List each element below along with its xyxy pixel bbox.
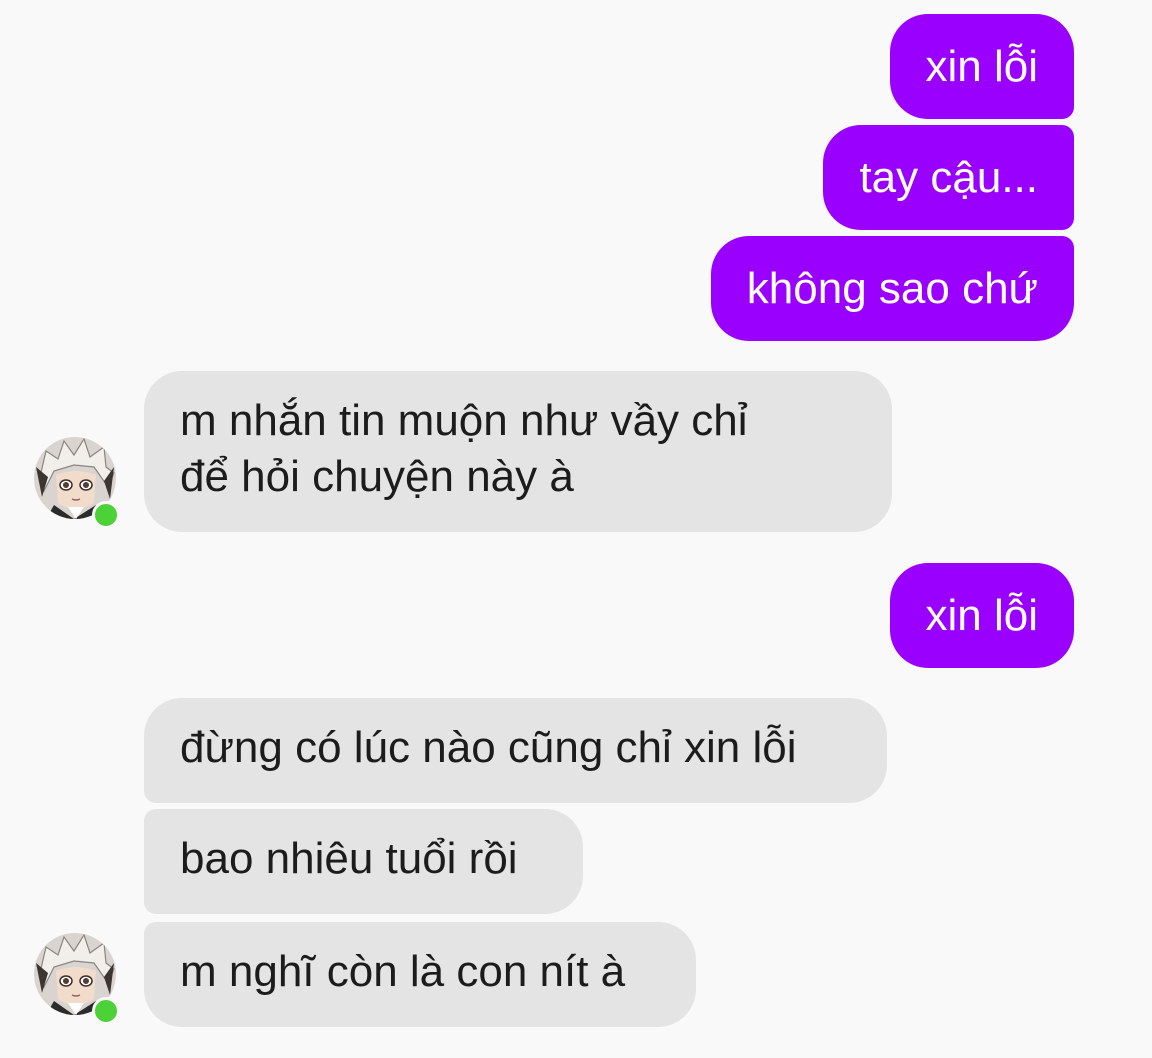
sent-message-bubble[interactable]: xin lỗi [889,14,1074,119]
message-text-line: m nhắn tin muộn như vầy chỉ [180,396,748,445]
message-text: xin lỗi [925,591,1039,640]
message-text-line: để hỏi chuyện này à [180,452,574,501]
online-status-dot-icon [92,997,120,1025]
sent-message-bubble[interactable]: không sao chứ [710,236,1074,341]
contact-avatar[interactable] [34,933,120,1025]
received-message-bubble[interactable]: đừng có lúc nào cũng chỉ xin lỗi [144,698,887,803]
message-text: đừng có lúc nào cũng chỉ xin lỗi [180,723,797,772]
chat-thread: xin lỗi tay cậu... không sao chứ m nhắn … [0,0,1152,1058]
message-text: m nghĩ còn là con nít à [180,947,626,996]
contact-avatar[interactable] [34,437,120,529]
sent-message-bubble[interactable]: xin lỗi [889,563,1074,668]
received-message-bubble[interactable]: m nghĩ còn là con nít à [144,922,696,1027]
received-message-bubble[interactable]: bao nhiêu tuổi rồi [144,809,583,914]
message-text: xin lỗi [925,42,1039,91]
received-message-bubble[interactable]: m nhắn tin muộn như vầy chỉ để hỏi chuyệ… [144,371,892,532]
online-status-dot-icon [92,501,120,529]
message-text: bao nhiêu tuổi rồi [180,834,518,883]
message-text: không sao chứ [746,264,1038,313]
message-text: tay cậu... [859,153,1038,202]
sent-message-bubble[interactable]: tay cậu... [823,125,1074,230]
